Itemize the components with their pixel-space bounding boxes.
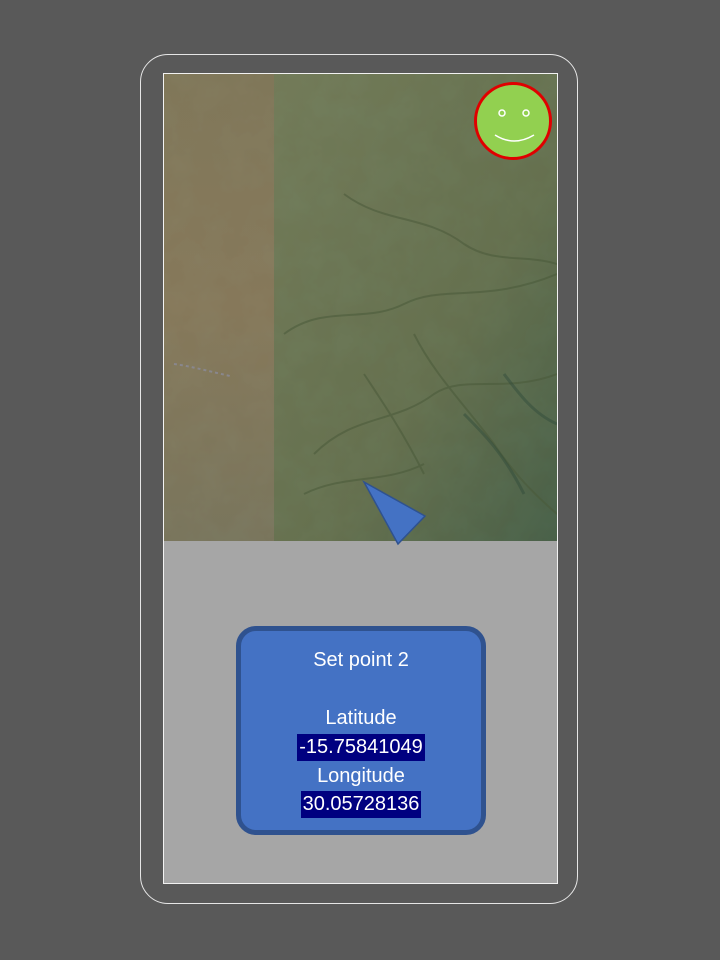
app-screen: Set point 2 Latitude -15.75841049 Longit…: [163, 73, 558, 884]
latitude-value[interactable]: -15.75841049: [297, 734, 425, 761]
set-point-dialog: Set point 2 Latitude -15.75841049 Longit…: [236, 626, 486, 835]
latitude-label: Latitude: [325, 707, 397, 729]
longitude-value[interactable]: 30.05728136: [300, 791, 422, 818]
longitude-label: Longitude: [317, 765, 405, 787]
smiley-face-icon[interactable]: [474, 82, 552, 160]
triangle-pointer-icon[interactable]: [362, 480, 428, 546]
dialog-title: Set point 2: [313, 649, 409, 671]
